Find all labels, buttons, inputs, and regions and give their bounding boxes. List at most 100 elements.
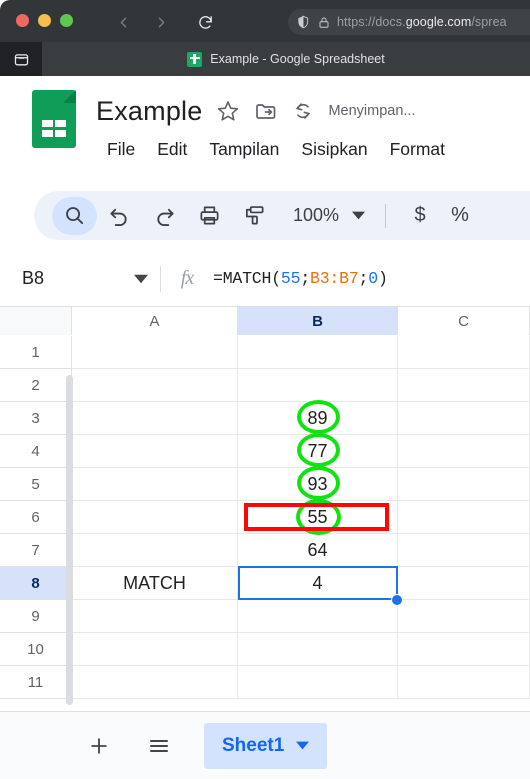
cell-c6[interactable] <box>398 501 530 534</box>
menu-item-tampilan[interactable]: Tampilan <box>198 137 290 162</box>
cell-a7[interactable] <box>72 534 238 567</box>
browser-window: https://docs.google.com/sprea Example - … <box>0 0 530 779</box>
menu-item-sisipkan[interactable]: Sisipkan <box>290 137 378 162</box>
redo-icon[interactable] <box>142 197 187 235</box>
url-text: https://docs.google.com/sprea <box>337 15 507 29</box>
tab-list-icon[interactable] <box>0 42 42 76</box>
cell-b10[interactable] <box>238 633 398 666</box>
menu-item-edit[interactable]: Edit <box>146 137 198 162</box>
cell-b8[interactable]: 4 <box>238 567 398 600</box>
cell-b9[interactable] <box>238 600 398 633</box>
cell-a5[interactable] <box>72 468 238 501</box>
cell-a2[interactable] <box>72 369 238 402</box>
browser-tab[interactable]: Example - Google Spreadsheet <box>42 42 530 76</box>
row-header-6[interactable]: 6 <box>0 501 72 534</box>
formula-token-plain: ; <box>358 269 369 288</box>
cell-b11[interactable] <box>238 666 398 699</box>
chevron-down-icon[interactable] <box>352 209 366 222</box>
cell-b3[interactable]: 89 <box>238 402 398 435</box>
print-icon[interactable] <box>187 197 232 235</box>
document-header: Example Menyimpan... File Edit Tampilan … <box>0 76 530 181</box>
cell-c8[interactable] <box>398 567 530 600</box>
move-to-folder-icon[interactable] <box>254 99 278 123</box>
menu-bar: File Edit Tampilan Sisipkan Format <box>96 134 530 164</box>
address-bar[interactable]: https://docs.google.com/sprea <box>288 9 530 35</box>
cell-b7[interactable]: 64 <box>238 534 398 567</box>
cell-a4[interactable] <box>72 435 238 468</box>
column-header-c[interactable]: C <box>398 307 530 335</box>
cell-b2[interactable] <box>238 369 398 402</box>
fx-icon: fx <box>180 267 194 289</box>
menu-item-format[interactable]: Format <box>379 137 456 162</box>
plus-icon[interactable] <box>76 723 122 769</box>
column-header-a[interactable]: A <box>72 307 238 335</box>
version-history-icon[interactable] <box>292 100 314 122</box>
name-box-value: B8 <box>22 268 45 288</box>
cell-c9[interactable] <box>398 600 530 633</box>
row-header-3[interactable]: 3 <box>0 402 72 435</box>
shield-icon[interactable] <box>296 15 310 29</box>
undo-icon[interactable] <box>97 197 142 235</box>
maximize-window-button[interactable] <box>60 14 73 27</box>
cell-b6[interactable]: 55 <box>238 501 398 534</box>
cell-a10[interactable] <box>72 633 238 666</box>
forward-icon[interactable] <box>142 9 180 35</box>
row-header-2[interactable]: 2 <box>0 369 72 402</box>
row-header-4[interactable]: 4 <box>0 435 72 468</box>
row-header-10[interactable]: 10 <box>0 633 72 666</box>
cell-a9[interactable] <box>72 600 238 633</box>
name-box[interactable]: B8 <box>0 251 160 306</box>
menu-item-file[interactable]: File <box>96 137 146 162</box>
row-header-11[interactable]: 11 <box>0 666 72 699</box>
cell-a11[interactable] <box>72 666 238 699</box>
zoom-control[interactable]: 100% <box>287 205 371 226</box>
logo-grid-glyph <box>42 120 66 137</box>
reload-icon[interactable] <box>186 9 224 35</box>
toolbar-divider <box>385 203 387 228</box>
row-header-7[interactable]: 7 <box>0 534 72 567</box>
cell-b5[interactable]: 93 <box>238 468 398 501</box>
cell-a6[interactable] <box>72 501 238 534</box>
cell-c5[interactable] <box>398 468 530 501</box>
cell-c1[interactable] <box>398 336 530 369</box>
format-percent-button[interactable]: % <box>440 204 480 227</box>
cell-c4[interactable] <box>398 435 530 468</box>
hamburger-menu-icon[interactable] <box>136 723 182 769</box>
sheet-tab-sheet1[interactable]: Sheet1 <box>204 722 328 769</box>
back-icon[interactable] <box>104 9 142 35</box>
cell-c11[interactable] <box>398 666 530 699</box>
fill-handle[interactable] <box>391 594 403 606</box>
chevron-down-icon[interactable] <box>134 272 160 286</box>
main-toolbar: 100% $ % <box>34 191 530 240</box>
formula-token-number: 55 <box>280 269 301 288</box>
cell-c7[interactable] <box>398 534 530 567</box>
paint-format-icon[interactable] <box>232 197 277 235</box>
format-currency-button[interactable]: $ <box>400 204 440 227</box>
formula-input[interactable]: =MATCH(55;B3:B7;0) <box>213 269 388 288</box>
minimize-window-button[interactable] <box>38 14 51 27</box>
vertical-scrollbar[interactable] <box>66 375 73 705</box>
cell-c2[interactable] <box>398 369 530 402</box>
document-title[interactable]: Example <box>96 96 202 127</box>
cell-a1[interactable] <box>72 336 238 369</box>
cell-a8[interactable]: MATCH <box>72 567 238 600</box>
close-window-button[interactable] <box>16 14 29 27</box>
save-status: Menyimpan... <box>328 103 416 119</box>
cell-b4[interactable]: 77 <box>238 435 398 468</box>
title-row: Example Menyimpan... <box>96 90 530 132</box>
select-all-corner[interactable] <box>0 307 72 335</box>
row-header-1[interactable]: 1 <box>0 336 72 369</box>
search-icon[interactable] <box>52 196 97 235</box>
cell-a3[interactable] <box>72 402 238 435</box>
cell-b1[interactable] <box>238 336 398 369</box>
cell-c3[interactable] <box>398 402 530 435</box>
spreadsheet-grid: A B C 1 2 3 4 5 6 7 8 9 10 11 89 77 93 55 64 MATCH 4 <box>0 307 530 711</box>
lock-icon[interactable] <box>318 16 330 29</box>
cell-c10[interactable] <box>398 633 530 666</box>
star-icon[interactable] <box>216 99 240 123</box>
row-header-5[interactable]: 5 <box>0 468 72 501</box>
row-header-8[interactable]: 8 <box>0 567 72 600</box>
row-header-9[interactable]: 9 <box>0 600 72 633</box>
chevron-down-icon[interactable] <box>296 739 310 752</box>
column-header-b[interactable]: B <box>238 307 398 335</box>
